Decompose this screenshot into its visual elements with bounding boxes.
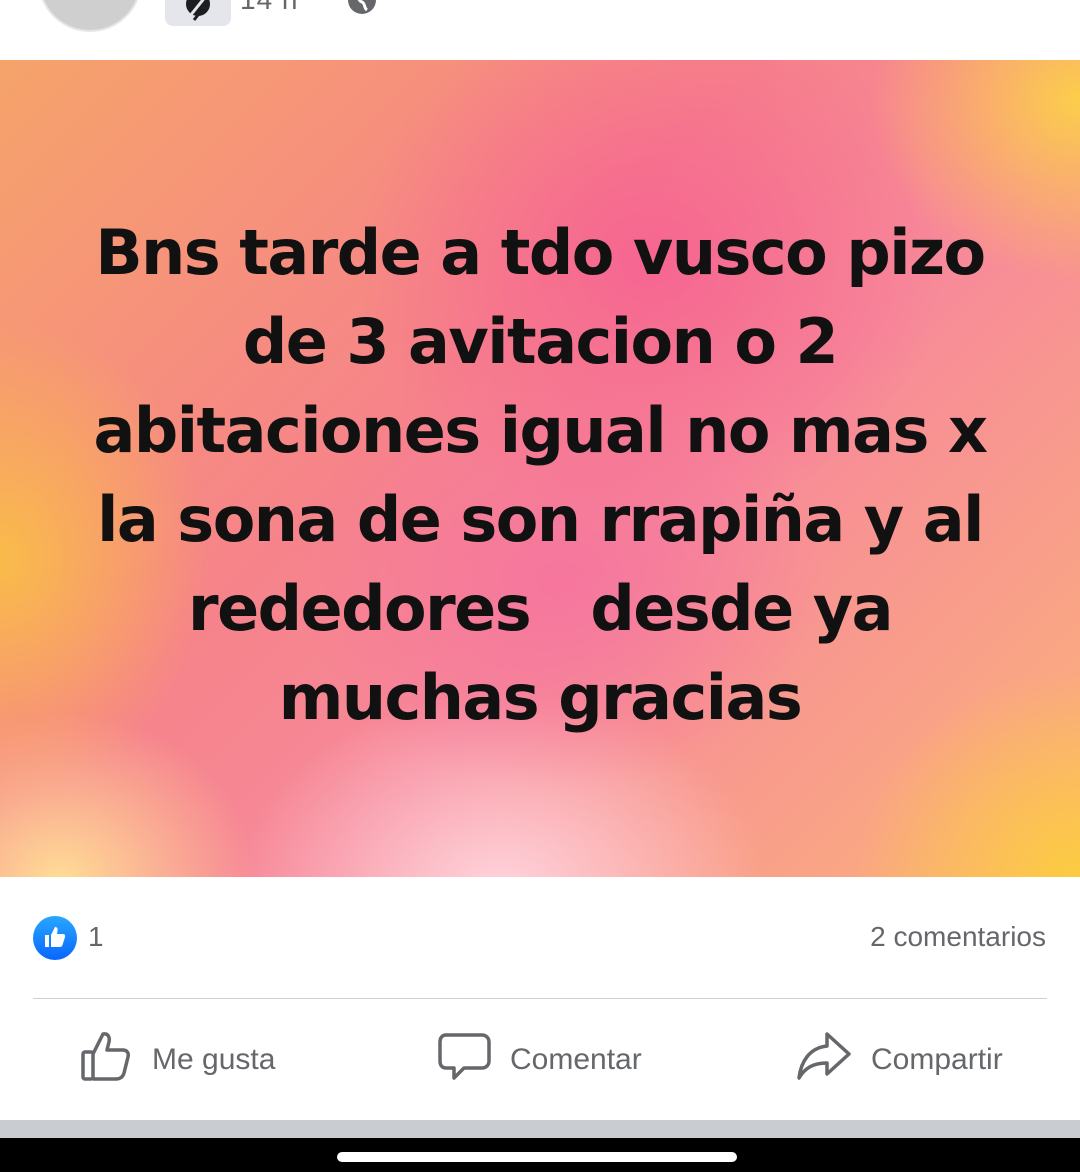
group-badge-icon[interactable] — [165, 0, 231, 26]
comment-bubble-icon — [436, 1028, 492, 1092]
system-navigation-bar — [0, 1138, 1080, 1172]
share-button[interactable]: Compartir — [795, 1030, 1003, 1090]
reactions-bar: 1 2 comentarios — [0, 877, 1080, 999]
comment-label: Comentar — [510, 1043, 642, 1076]
post-header: 14 h — [0, 0, 1080, 60]
home-indicator[interactable] — [337, 1152, 737, 1162]
globe-icon — [346, 0, 378, 21]
like-button[interactable]: Me gusta — [78, 1030, 275, 1090]
share-arrow-icon — [795, 1028, 853, 1092]
post-timestamp: 14 h — [240, 0, 299, 16]
post-text: Bns tarde a tdo vusco pizo de 3 avitacio… — [93, 216, 988, 734]
comment-button[interactable]: Comentar — [436, 1030, 642, 1090]
divider — [33, 998, 1047, 999]
post-actions: Me gusta Comentar Compartir — [0, 1000, 1080, 1120]
feed-separator — [0, 1120, 1080, 1138]
like-reaction-icon[interactable] — [33, 916, 77, 960]
like-label: Me gusta — [152, 1043, 276, 1076]
like-count[interactable]: 1 — [88, 921, 104, 953]
comments-count[interactable]: 2 comentarios — [870, 921, 1046, 953]
thumbs-up-icon — [78, 1028, 134, 1092]
author-avatar[interactable] — [38, 0, 142, 32]
share-label: Compartir — [871, 1043, 1003, 1076]
